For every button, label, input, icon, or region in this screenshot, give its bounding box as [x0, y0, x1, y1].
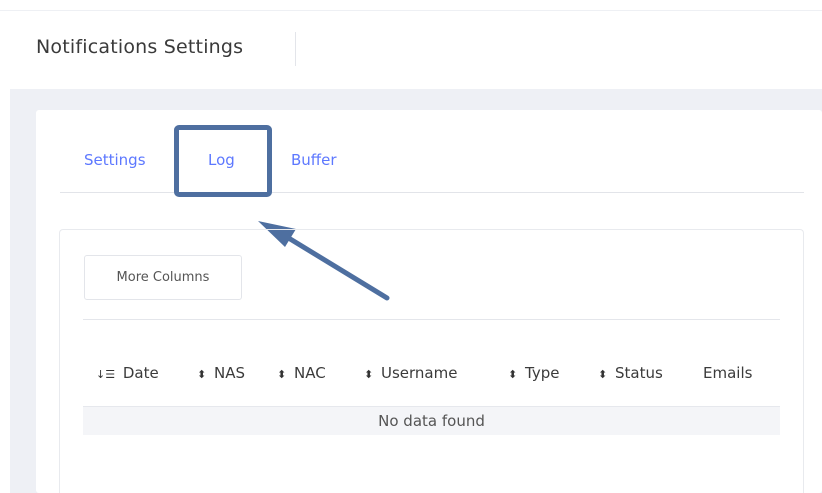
sort-icon: ⬍ [364, 368, 374, 381]
column-header-status[interactable]: ⬍ Status [598, 364, 663, 382]
column-label: Username [381, 364, 458, 382]
column-header-nac[interactable]: ⬍ NAC [277, 364, 326, 382]
column-label: NAS [214, 364, 246, 382]
column-label: Date [122, 364, 159, 382]
more-columns-button[interactable]: More Columns [84, 255, 242, 300]
column-label: Status [615, 364, 663, 382]
column-header-type[interactable]: ⬍ Type [508, 364, 559, 382]
empty-table-message: No data found [83, 407, 780, 435]
column-header-emails: Emails [703, 364, 752, 382]
sort-icon: ⬍ [508, 368, 518, 381]
panel-divider [83, 319, 780, 320]
sort-desc-icon: ↓☰ [96, 368, 116, 381]
column-label: Type [525, 364, 560, 382]
sort-icon: ⬍ [197, 368, 207, 381]
sort-icon: ⬍ [277, 368, 287, 381]
column-label: Emails [703, 364, 753, 382]
column-header-date[interactable]: ↓☰ Date [96, 364, 159, 382]
column-label: NAC [294, 364, 326, 382]
column-header-nas[interactable]: ⬍ NAS [197, 364, 245, 382]
column-header-username[interactable]: ⬍ Username [364, 364, 457, 382]
sort-icon: ⬍ [598, 368, 608, 381]
